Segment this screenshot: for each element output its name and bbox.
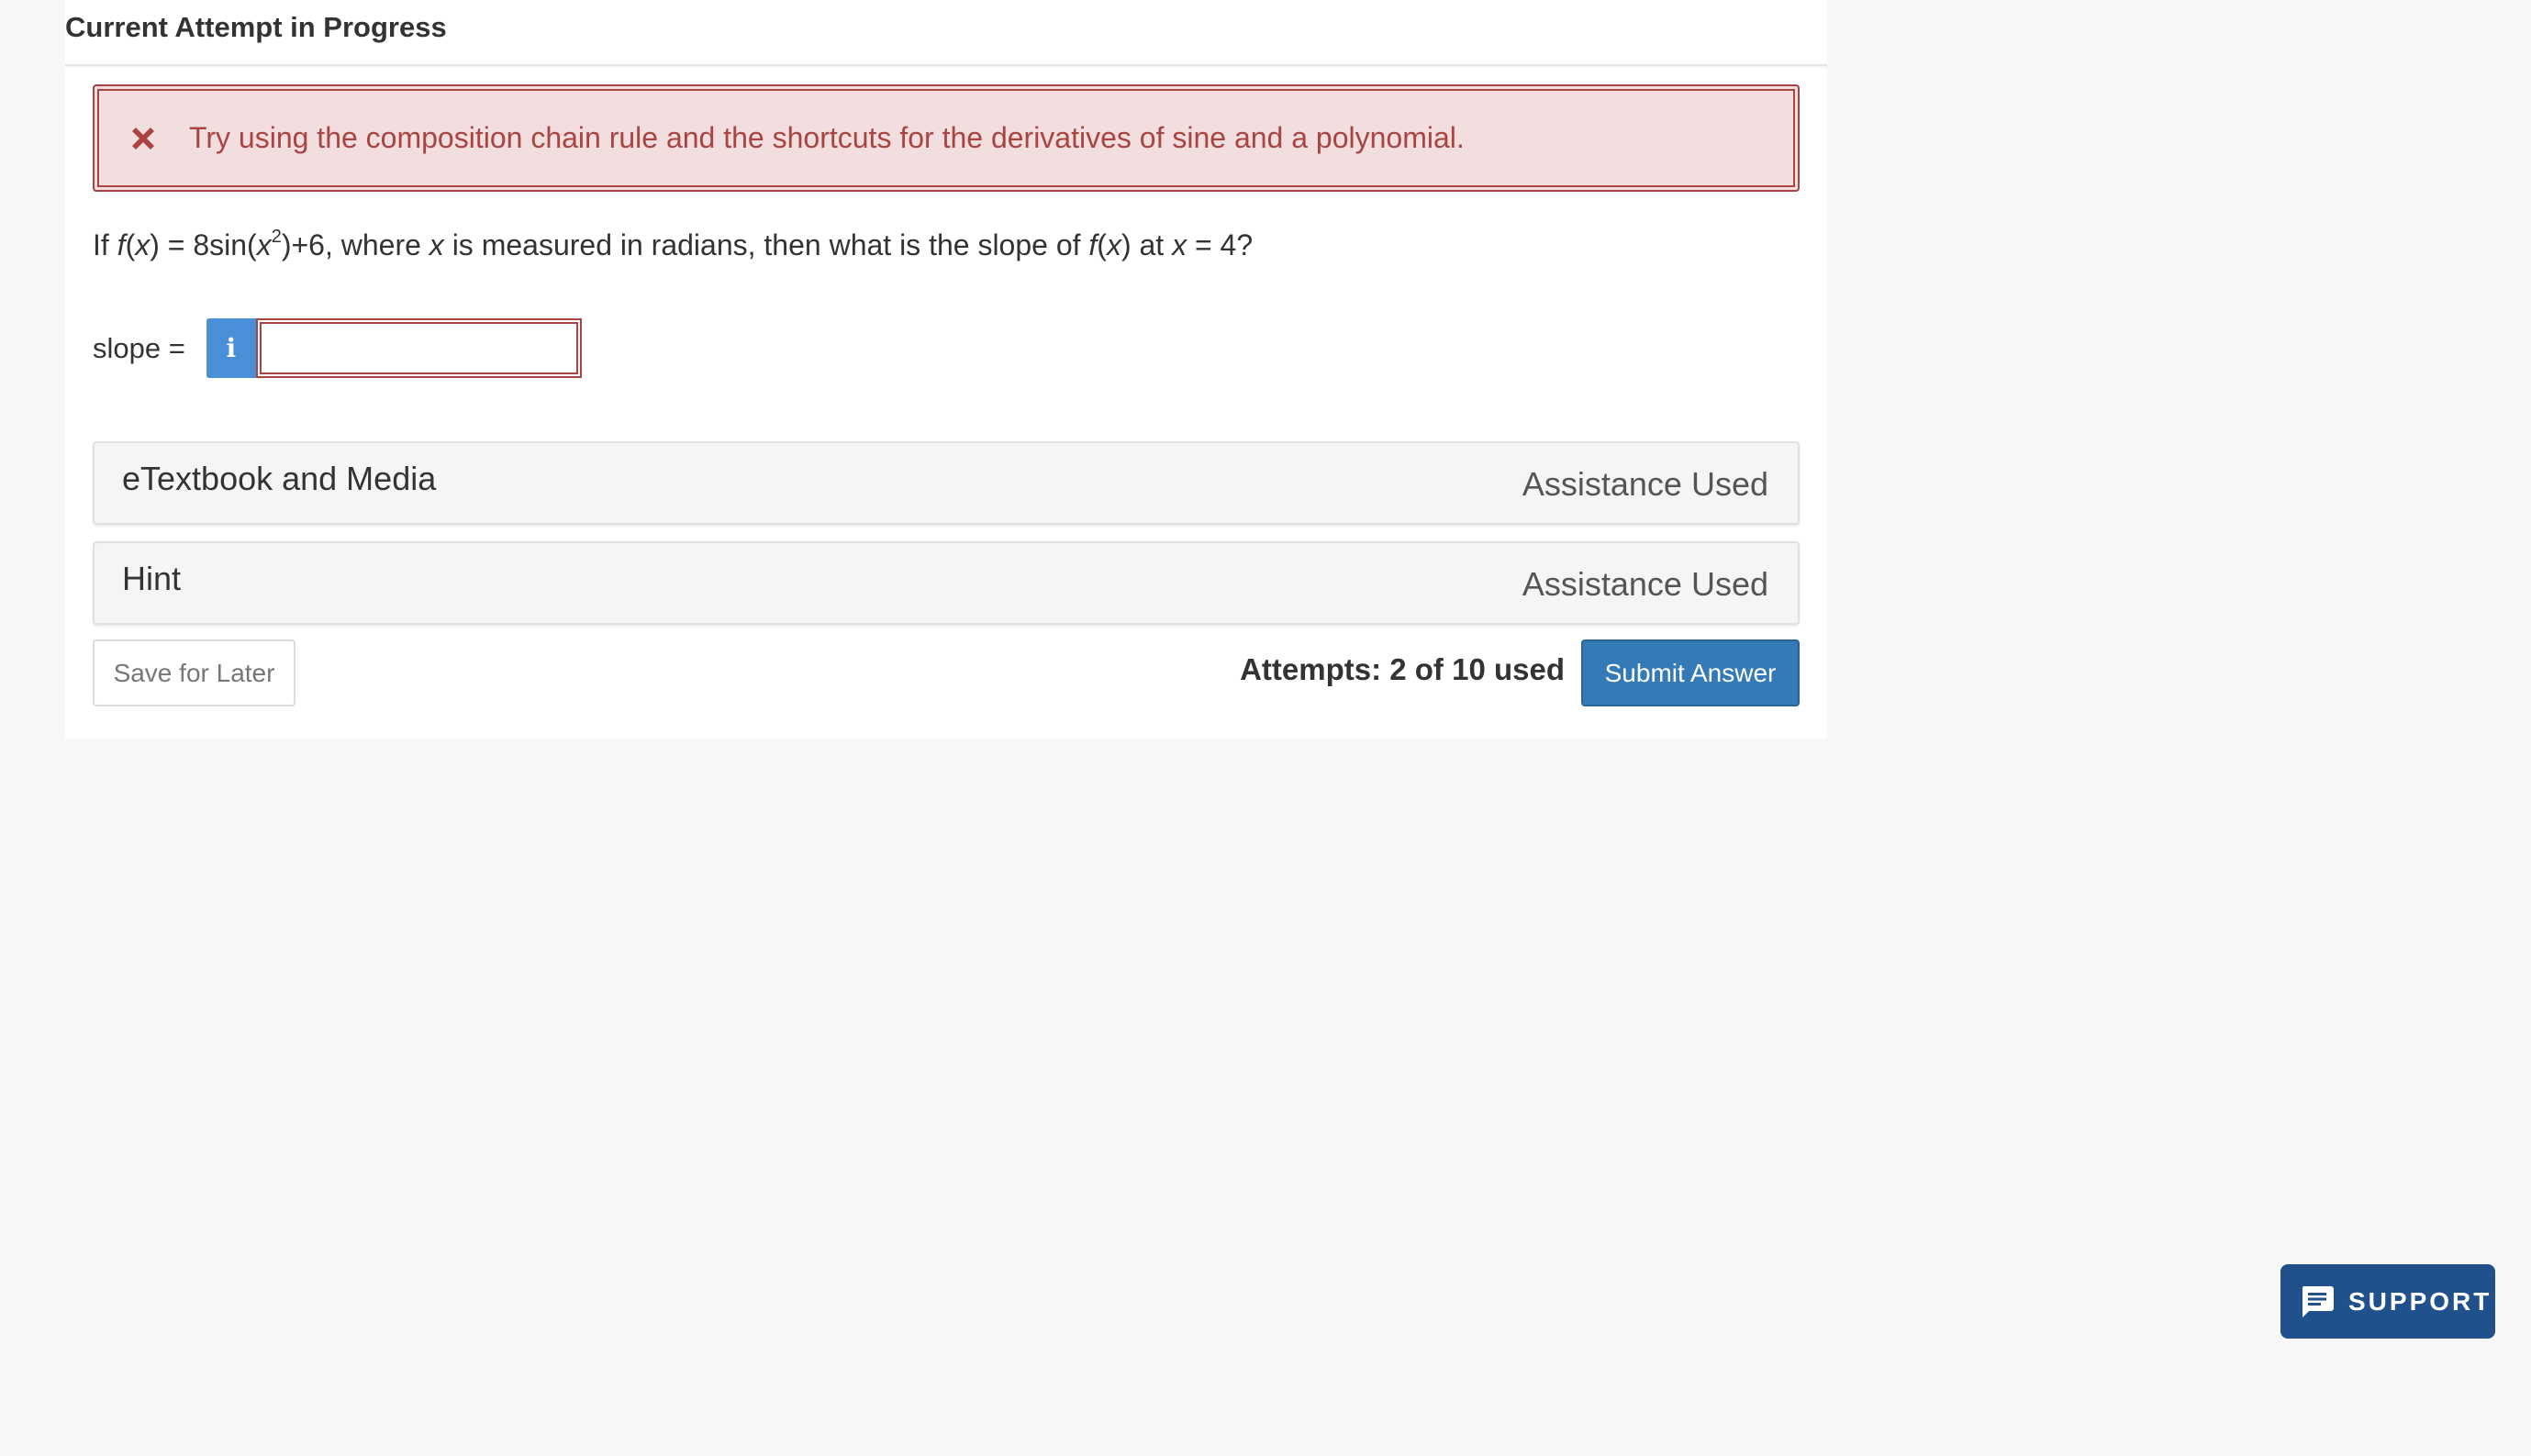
info-icon: i [226, 333, 237, 363]
hint-panel[interactable]: Hint Assistance Used [93, 541, 1800, 625]
save-for-later-button[interactable]: Save for Later [93, 639, 295, 706]
support-label: SUPPORT [2348, 1286, 2492, 1316]
close-icon [132, 127, 154, 150]
answer-row: slope = i [93, 318, 582, 378]
info-button[interactable]: i [206, 318, 256, 378]
chat-icon [2302, 1285, 2334, 1317]
question-text: If f(x) = 8sin(x2)+6, where x is measure… [93, 227, 1254, 261]
panel-status-hint: Assistance Used [1522, 565, 1768, 603]
panel-title-etextbook: eTextbook and Media [122, 460, 437, 497]
error-alert: Try using the composition chain rule and… [93, 84, 1800, 192]
panel-status-etextbook: Assistance Used [1522, 465, 1768, 503]
question-card: Try using the composition chain rule and… [65, 68, 1827, 739]
support-button[interactable]: SUPPORT [2280, 1264, 2495, 1339]
slope-label: slope = [93, 331, 185, 364]
attempts-counter: Attempts: 2 of 10 used [1240, 652, 1565, 686]
slope-input[interactable] [255, 318, 582, 378]
alert-message: Try using the composition chain rule and… [189, 121, 1465, 154]
submit-answer-button[interactable]: Submit Answer [1581, 639, 1800, 706]
etextbook-panel[interactable]: eTextbook and Media Assistance Used [93, 441, 1800, 525]
panel-title-hint: Hint [122, 560, 182, 597]
page-title: Current Attempt in Progress [65, 0, 1827, 66]
